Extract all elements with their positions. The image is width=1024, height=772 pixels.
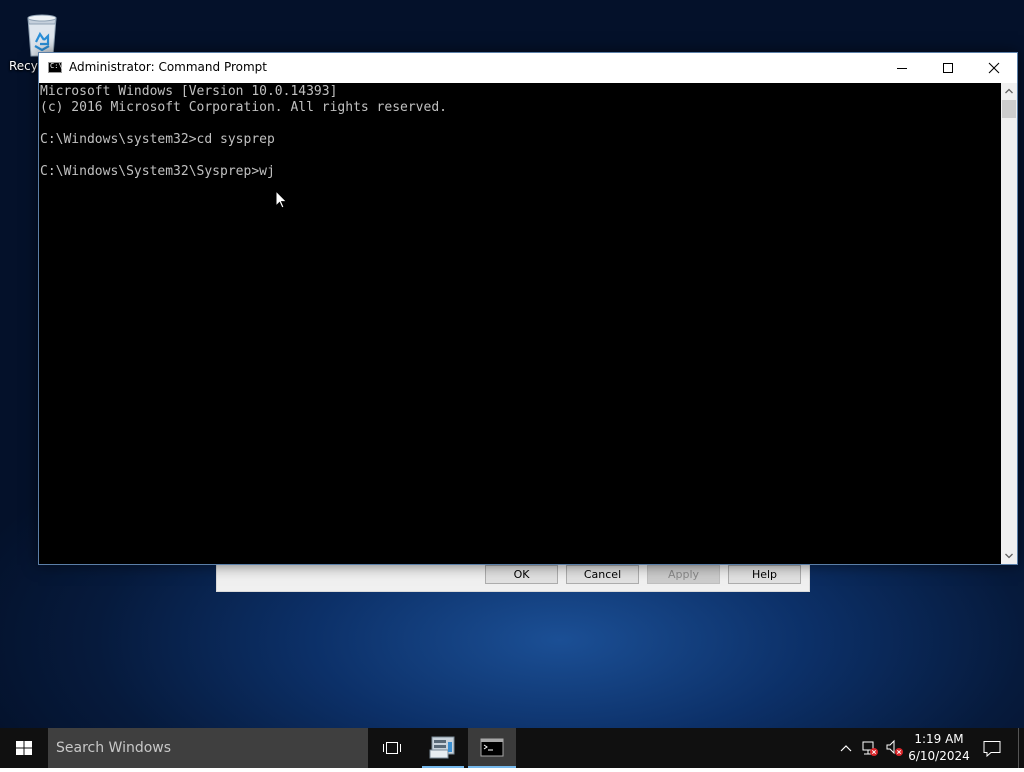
close-button[interactable] [971, 53, 1017, 83]
chevron-up-icon [840, 745, 852, 752]
command-prompt-icon[interactable]: C:\ [48, 62, 63, 73]
mouse-pointer-icon [275, 190, 288, 209]
taskbar-clock[interactable]: 1:19 AM 6/10/2024 [906, 731, 972, 765]
close-icon [988, 62, 1000, 74]
ok-button[interactable]: OK [485, 565, 558, 584]
command-prompt-icon [480, 738, 504, 757]
taskbar-command-prompt[interactable] [468, 728, 516, 768]
title-bar[interactable]: C:\ Administrator: Command Prompt [39, 53, 1017, 83]
console-line: C:\Windows\system32>cd sysprep [40, 132, 275, 147]
clock-time: 1:19 AM [914, 732, 964, 746]
network-status-button[interactable] [858, 728, 882, 768]
show-desktop-button[interactable] [1018, 728, 1024, 768]
console-line: (c) 2016 Microsoft Corporation. All righ… [40, 100, 447, 115]
volume-button[interactable] [883, 728, 907, 768]
maximize-icon [943, 63, 953, 73]
search-placeholder: Search Windows [56, 740, 172, 756]
console-prompt-line: C:\Windows\System32\Sysprep>wj [40, 164, 275, 179]
windows-logo-icon [16, 741, 32, 755]
clock-date: 6/10/2024 [908, 749, 970, 763]
network-icon [862, 741, 878, 756]
taskbar: Search Windows 1:19 AM 6/10/2024 [0, 728, 1024, 768]
scrollbar-thumb[interactable] [1002, 100, 1016, 118]
chevron-down-icon [1005, 553, 1013, 559]
minimize-icon [897, 68, 907, 69]
console-output[interactable]: Microsoft Windows [Version 10.0.14393] (… [39, 83, 1001, 564]
desktop: Recycle Bin OK Cancel Apply Help C:\ Adm… [0, 0, 1024, 728]
action-center-button[interactable] [978, 728, 1006, 768]
volume-icon [886, 739, 903, 756]
window-title: Administrator: Command Prompt [69, 60, 267, 74]
recycle-bin-icon [27, 14, 57, 57]
command-prompt-window[interactable]: C:\ Administrator: Command Prompt Micros… [38, 52, 1018, 565]
taskbar-server-manager[interactable] [422, 728, 464, 768]
task-view-button[interactable] [370, 728, 414, 768]
server-manager-icon [429, 736, 455, 759]
minimize-button[interactable] [879, 53, 925, 83]
vertical-scrollbar[interactable] [1001, 83, 1017, 564]
scroll-down-button[interactable] [1001, 548, 1017, 564]
show-hidden-icons-button[interactable] [836, 728, 856, 768]
apply-button[interactable]: Apply [647, 565, 720, 584]
start-button[interactable] [0, 728, 48, 768]
maximize-button[interactable] [925, 53, 971, 83]
scroll-up-button[interactable] [1001, 83, 1017, 99]
help-button[interactable]: Help [728, 565, 801, 584]
search-input[interactable]: Search Windows [48, 728, 368, 768]
notification-icon [983, 741, 1001, 758]
task-view-icon [383, 742, 401, 754]
cancel-button[interactable]: Cancel [566, 565, 639, 584]
console-line: Microsoft Windows [Version 10.0.14393] [40, 84, 338, 99]
chevron-up-icon [1005, 88, 1013, 94]
